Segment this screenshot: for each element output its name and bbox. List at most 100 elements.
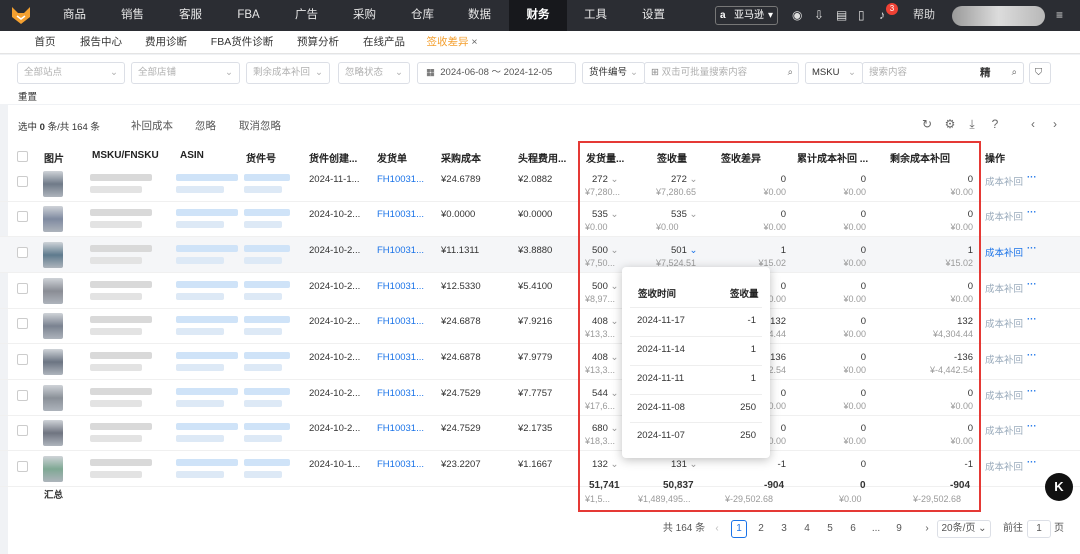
chevron-left-icon[interactable]: ‹: [1026, 117, 1040, 131]
recover-cost-link[interactable]: 成本补回: [985, 388, 1023, 402]
col-ship-qty[interactable]: 发货量...: [586, 150, 624, 165]
site-select[interactable]: 全部站点 ⌄: [17, 62, 125, 84]
more-icon[interactable]: ···: [1027, 386, 1037, 397]
region-selector[interactable]: a 亚马逊 ▾: [715, 6, 778, 25]
cell-order[interactable]: FH10031...: [377, 316, 424, 327]
asin-blurred[interactable]: [176, 245, 238, 252]
tab-fba-diagnosis[interactable]: FBA货件诊断: [207, 31, 277, 54]
asin-blurred[interactable]: [176, 316, 238, 323]
cell-ship-qty[interactable]: 408 ⌄: [592, 316, 618, 327]
tab-fee-diagnosis[interactable]: 费用诊断: [141, 31, 191, 54]
cell-ship-qty[interactable]: 535 ⌄: [592, 209, 618, 220]
col-freight[interactable]: 头程费用...: [518, 150, 566, 165]
more-icon[interactable]: ···: [1027, 279, 1037, 290]
page-button[interactable]: 5: [822, 520, 838, 538]
search-icon[interactable]: ⌕: [788, 63, 793, 83]
asin-blurred[interactable]: [176, 281, 238, 288]
cell-order[interactable]: FH10031...: [377, 423, 424, 434]
col-created[interactable]: 货件创建...: [309, 150, 357, 165]
shipment-blurred[interactable]: [244, 245, 290, 252]
nav-item-finance[interactable]: 财务: [509, 0, 567, 31]
shipment-blurred[interactable]: [244, 459, 290, 466]
more-icon[interactable]: ···: [1027, 350, 1037, 361]
asin-blurred[interactable]: [176, 209, 238, 216]
help-icon[interactable]: ?: [988, 117, 1002, 131]
cell-ship-qty[interactable]: 544 ⌄: [592, 388, 618, 399]
sun-icon[interactable]: ◉: [792, 7, 802, 24]
download-icon[interactable]: ⇩: [814, 7, 824, 24]
col-recv-qty[interactable]: 签收量: [657, 150, 687, 165]
tab-receipt-diff[interactable]: 签收差异 ×: [426, 31, 478, 54]
nav-item-data[interactable]: 数据: [457, 0, 502, 31]
nav-item-settings[interactable]: 设置: [631, 0, 676, 31]
filter-icon[interactable]: ⛉: [1029, 62, 1051, 84]
assistant-fab-icon[interactable]: K: [1045, 473, 1073, 501]
row-checkbox[interactable]: [17, 283, 28, 294]
cell-ship-qty[interactable]: 272 ⌄: [592, 174, 618, 185]
page-button[interactable]: 6: [845, 520, 861, 538]
settings-icon[interactable]: ⚙: [943, 117, 957, 131]
cell-ship-qty[interactable]: 500 ⌄: [592, 281, 618, 292]
cell-order[interactable]: FH10031...: [377, 388, 424, 399]
nav-item-warehouse[interactable]: 仓库: [400, 0, 445, 31]
prev-page-icon[interactable]: ‹: [711, 520, 723, 538]
asin-blurred[interactable]: [176, 352, 238, 359]
nav-item-purchase[interactable]: 采购: [342, 0, 387, 31]
row-checkbox[interactable]: [17, 211, 28, 222]
cell-recv-qty[interactable]: 131 ⌄: [671, 459, 697, 470]
row-checkbox[interactable]: [17, 461, 28, 472]
nav-item-ads[interactable]: 广告: [284, 0, 329, 31]
search-icon[interactable]: ⌕: [1012, 63, 1017, 83]
nav-item-tools[interactable]: 工具: [573, 0, 618, 31]
help-link[interactable]: 帮助: [913, 7, 935, 24]
recover-cost-link[interactable]: 成本补回: [985, 281, 1023, 295]
msku-field-select[interactable]: MSKU ⌄: [805, 62, 863, 84]
cell-ship-qty[interactable]: 132 ⌄: [592, 459, 618, 470]
menu-icon[interactable]: ≡: [1056, 7, 1063, 24]
page-button[interactable]: 4: [799, 520, 815, 538]
cell-order[interactable]: FH10031...: [377, 245, 424, 256]
goto-input[interactable]: 1: [1027, 520, 1051, 538]
more-icon[interactable]: ···: [1027, 243, 1037, 254]
cell-recv-qty[interactable]: 535 ⌄: [671, 209, 697, 220]
exact-match-toggle[interactable]: 精: [980, 63, 991, 83]
shipment-blurred[interactable]: [244, 174, 290, 181]
row-checkbox[interactable]: [17, 176, 28, 187]
cell-order[interactable]: FH10031...: [377, 281, 424, 292]
asin-blurred[interactable]: [176, 459, 238, 466]
cell-recv-qty[interactable]: 272 ⌄: [671, 174, 697, 185]
cell-ship-qty[interactable]: 500 ⌄: [592, 245, 618, 256]
shipment-blurred[interactable]: [244, 388, 290, 395]
nav-item-sales[interactable]: 销售: [110, 0, 155, 31]
page-size-select[interactable]: 20条/页 ⌄: [937, 520, 991, 538]
page-button[interactable]: ...: [868, 520, 884, 538]
shipment-blurred[interactable]: [244, 352, 290, 359]
close-icon[interactable]: ×: [471, 36, 477, 48]
mobile-icon[interactable]: ▯: [858, 7, 865, 24]
refresh-icon[interactable]: ↻: [920, 117, 934, 131]
tab-online-products[interactable]: 在线产品: [358, 31, 410, 54]
page-button[interactable]: 3: [776, 520, 792, 538]
page-button[interactable]: 1: [731, 520, 747, 538]
nav-item-service[interactable]: 客服: [168, 0, 213, 31]
row-checkbox[interactable]: [17, 247, 28, 258]
page-button[interactable]: 2: [753, 520, 769, 538]
more-icon[interactable]: ···: [1027, 207, 1037, 218]
ignore-status-select[interactable]: 忽略状态 ⌄: [338, 62, 410, 84]
asin-blurred[interactable]: [176, 388, 238, 395]
shipment-blurred[interactable]: [244, 209, 290, 216]
row-checkbox[interactable]: [17, 318, 28, 329]
tab-report-center[interactable]: 报告中心: [76, 31, 126, 54]
user-account[interactable]: [952, 6, 1045, 26]
date-range-picker[interactable]: ▦ 2024-06-08 ～ 2024-12-05: [417, 62, 576, 84]
recover-cost-link[interactable]: 成本补回: [985, 209, 1023, 223]
app-logo-icon[interactable]: [10, 5, 32, 25]
cell-ship-qty[interactable]: 408 ⌄: [592, 352, 618, 363]
col-remaining[interactable]: 剩余成本补回: [890, 150, 950, 165]
chevron-right-icon[interactable]: ›: [1048, 117, 1062, 131]
shipment-blurred[interactable]: [244, 316, 290, 323]
recover-cost-link[interactable]: 成本补回: [985, 245, 1023, 259]
recover-cost-button[interactable]: 补回成本: [131, 118, 173, 133]
row-checkbox[interactable]: [17, 390, 28, 401]
cell-order[interactable]: FH10031...: [377, 209, 424, 220]
